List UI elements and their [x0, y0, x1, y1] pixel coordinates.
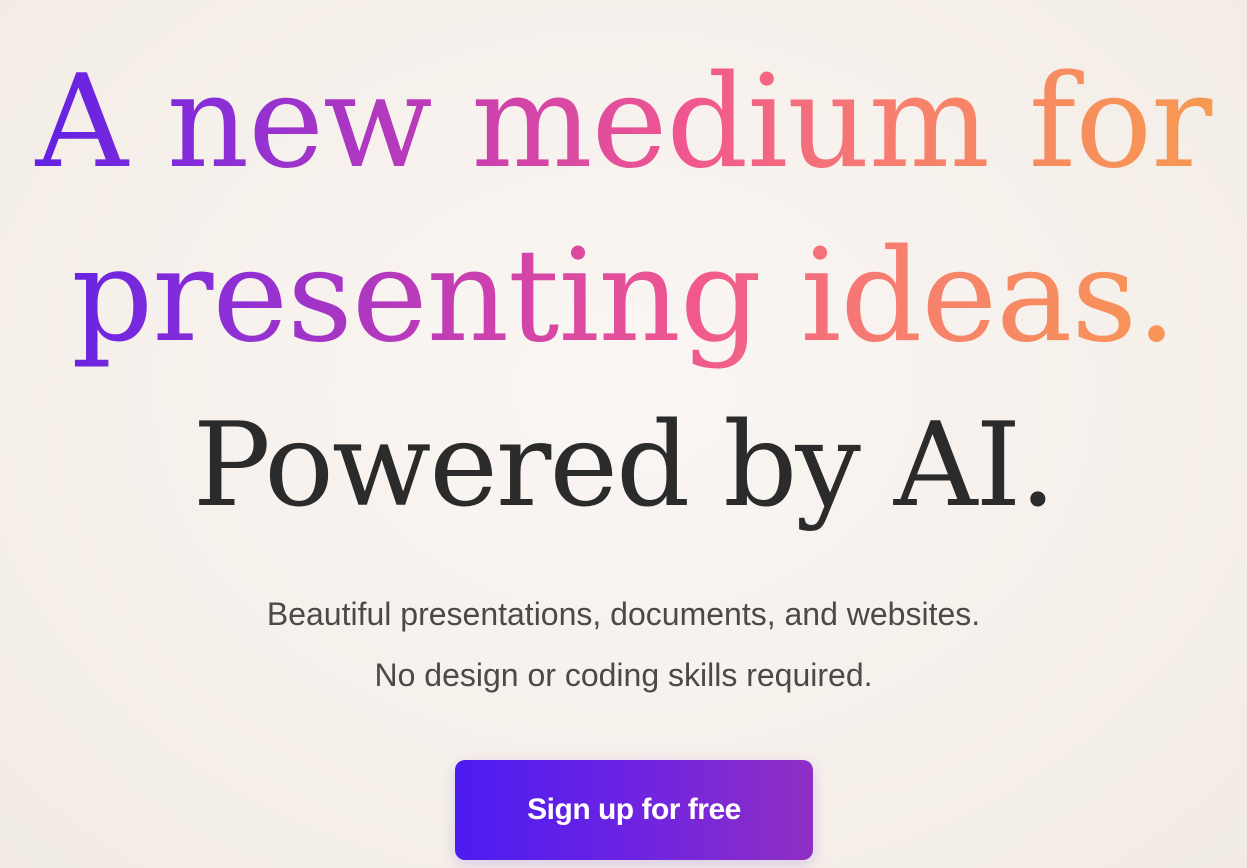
- subtitle-line-2: No design or coding skills required.: [374, 657, 873, 693]
- hero-section: A new medium for presenting ideas. Power…: [0, 0, 1247, 868]
- subtitle-line-1: Beautiful presentations, documents, and …: [266, 596, 981, 632]
- headline-line-2: presenting ideas.: [0, 222, 1247, 372]
- headline-line-1: A new medium for: [0, 48, 1247, 198]
- headline-powered-by-ai: Powered by AI.: [192, 398, 1056, 533]
- sign-up-button[interactable]: Sign up for free: [455, 760, 813, 860]
